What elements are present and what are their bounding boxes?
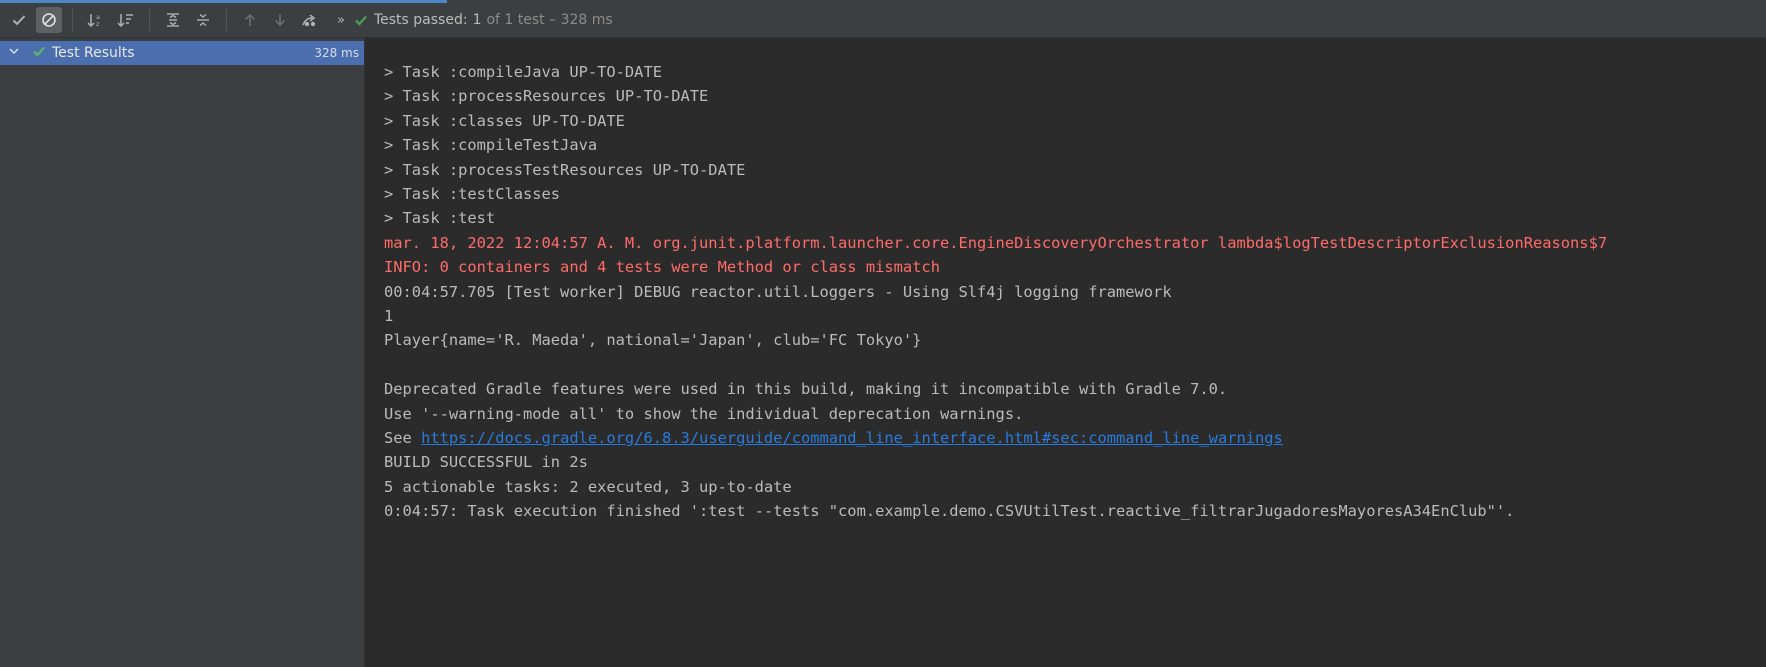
status-count: 1 — [472, 12, 482, 28]
svg-text:z: z — [96, 20, 100, 28]
tree-item-label: Test Results — [52, 45, 135, 61]
console-line-text: > Task :testClasses — [384, 185, 561, 203]
expand-chevron-icon[interactable] — [8, 45, 22, 61]
collapse-all-button[interactable] — [190, 7, 216, 33]
console-output[interactable]: > Task :compileJava UP-TO-DATE > Task :pr… — [365, 38, 1766, 667]
console-line: 5 actionable tasks: 2 executed, 3 up-to-… — [384, 477, 792, 497]
console-line-text: > Task :processResources UP-TO-DATE — [384, 87, 709, 106]
console-line: > Task :processTestResources UP-TO-DATE — [384, 160, 745, 180]
console-line-text: > Task :compileTestJava — [384, 136, 598, 155]
console-line-text: 0:04:57: Task execution finished ':test … — [384, 502, 1515, 521]
next-failed-button[interactable] — [267, 7, 293, 33]
test-status: » Tests passed: 1 of 1 test – 328 ms — [337, 12, 613, 28]
previous-failed-button[interactable] — [237, 7, 263, 33]
sort-alphabetically-icon: a z — [87, 13, 100, 28]
console-line-text: mar. 18, 2022 12:04:57 A. M. org.junit.p… — [384, 233, 1608, 252]
console-line-text: Deprecated Gradle features were used in … — [384, 380, 1228, 399]
console-error-line: mar. 18, 2022 12:04:57 A. M. org.junit.p… — [384, 233, 1607, 253]
test-tree-pane: Test Results 328 ms — [0, 38, 365, 667]
console-line-text: > Task :test — [384, 209, 496, 228]
sort-by-duration-button[interactable] — [113, 7, 139, 33]
console-line: Player{name='R. Maeda', national='Japan'… — [384, 330, 921, 350]
console-line-text: Use '--warning-mode all' to show the ind… — [384, 404, 1024, 423]
console-line: > Task :compileJava UP-TO-DATE — [384, 62, 662, 82]
console-line-text: > Task :compileJava UP-TO-DATE — [384, 63, 662, 81]
show-ignored-icon — [42, 13, 56, 27]
next-failed-icon — [274, 14, 286, 27]
console-error-line: INFO: 0 containers and 4 tests were Meth… — [384, 257, 940, 277]
export-test-results-button[interactable] — [297, 7, 323, 33]
more-actions-chevron[interactable]: » — [337, 13, 345, 28]
show-passed-icon — [12, 15, 26, 26]
export-test-results-icon — [302, 14, 316, 27]
collapse-all-icon — [197, 13, 209, 27]
expand-all-icon — [167, 13, 179, 27]
sort-by-duration-icon — [117, 14, 133, 28]
test-runner-toolbar: a z » Tests passed: 1 of 1 test – 328 ms — [0, 3, 1766, 38]
tree-item-test-results[interactable]: Test Results 328 ms — [0, 41, 364, 65]
show-passed-button[interactable] — [6, 7, 32, 33]
show-ignored-button[interactable] — [36, 7, 62, 33]
console-line-text: See — [384, 429, 422, 447]
console-line: > Task :compileTestJava — [384, 135, 597, 155]
toolbar-separator — [72, 9, 73, 31]
console-line: 1 — [384, 306, 393, 326]
previous-failed-icon — [244, 13, 256, 26]
console-line-text: > Task :processTestResources UP-TO-DATE — [384, 160, 746, 179]
toolbar-separator — [149, 9, 150, 31]
console-line-text: INFO: 0 containers and 4 tests were Meth… — [384, 258, 940, 277]
console-line-text: BUILD SUCCESSFUL in 2s — [384, 453, 588, 472]
console-line-text: 1 — [384, 307, 394, 325]
expand-all-button[interactable] — [160, 7, 186, 33]
console-line: 0:04:57: Task execution finished ':test … — [384, 501, 1514, 521]
status-detail: of 1 test – 328 ms — [486, 12, 613, 28]
console-line: 00:04:57.705 [Test worker] DEBUG reactor… — [384, 282, 1172, 302]
console-line-text: 00:04:57.705 [Test worker] DEBUG reactor… — [384, 282, 1172, 301]
console-line-text: > Task :classes UP-TO-DATE — [384, 111, 625, 130]
passed-check-icon — [32, 44, 46, 62]
console-line: Use '--warning-mode all' to show the ind… — [384, 404, 1023, 424]
tree-item-duration: 328 ms — [314, 46, 359, 60]
console-line: > Task :test — [384, 208, 495, 228]
toolbar-separator — [226, 9, 227, 31]
status-label: Tests passed: — [373, 12, 468, 28]
console-line: > Task :classes UP-TO-DATE — [384, 111, 625, 131]
console-line-text: 5 actionable tasks: 2 executed, 3 up-to-… — [384, 477, 792, 496]
sort-alphabetically-button[interactable]: a z — [83, 7, 109, 33]
console-line: See https://docs.gradle.org/6.8.3/usergu… — [384, 428, 1283, 448]
passed-check-icon — [355, 15, 367, 26]
gradle-docs-link[interactable]: https://docs.gradle.org/6.8.3/userguide/… — [421, 429, 1283, 447]
console-line-text: Player{name='R. Maeda', national='Japan'… — [384, 331, 922, 350]
console-line: Deprecated Gradle features were used in … — [384, 379, 1227, 399]
console-line: BUILD SUCCESSFUL in 2s — [384, 452, 588, 472]
console-line: > Task :processResources UP-TO-DATE — [384, 86, 708, 106]
console-line: > Task :testClasses — [384, 184, 560, 204]
